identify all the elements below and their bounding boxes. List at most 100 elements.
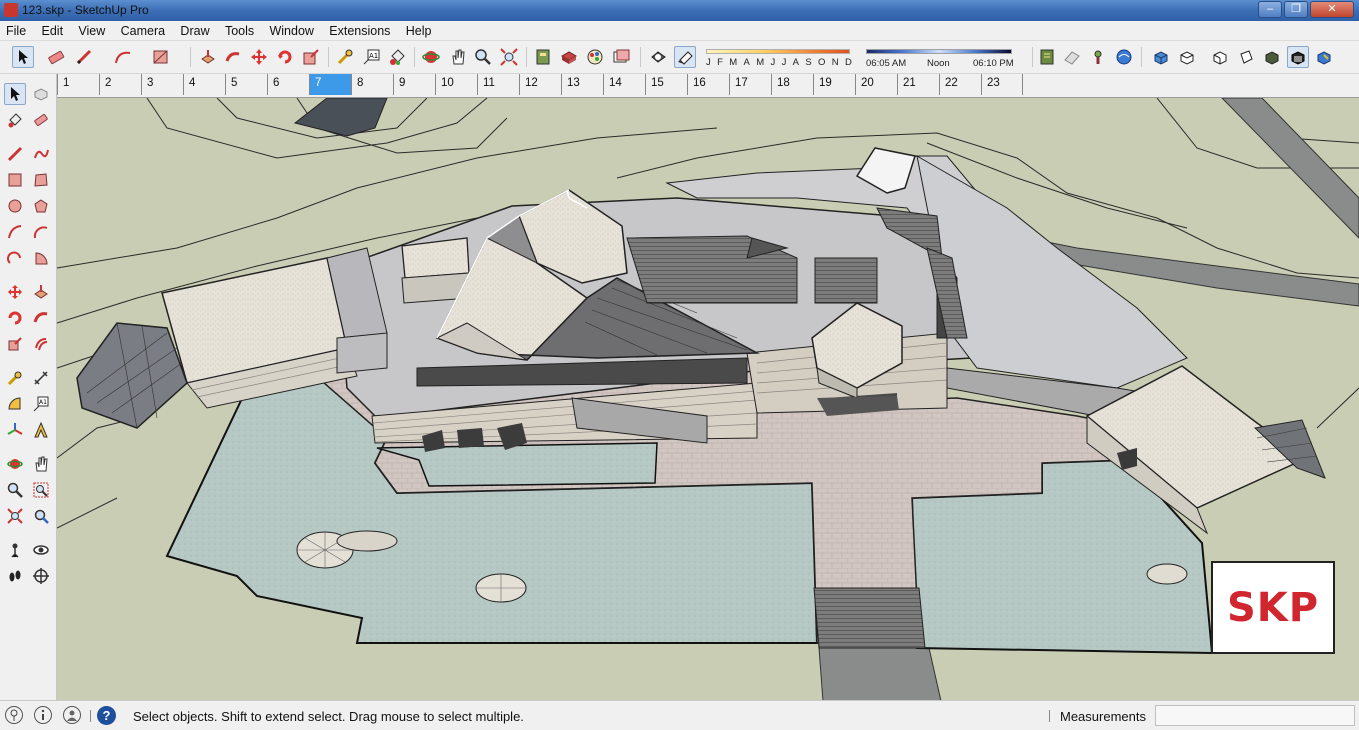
select-arrow-icon[interactable]: [12, 46, 34, 68]
timeline-hour-3[interactable]: 3: [141, 74, 183, 95]
timeline-hour-21[interactable]: 21: [897, 74, 939, 95]
freehand-tool-icon[interactable]: [30, 143, 52, 165]
previous-view-icon[interactable]: [30, 505, 52, 527]
iso-view-icon[interactable]: [1150, 46, 1172, 68]
shadow-time-slider[interactable]: 06:05 AM Noon 06:10 PM: [866, 47, 1014, 69]
materials-icon[interactable]: [584, 46, 606, 68]
follow-me-icon[interactable]: [222, 46, 244, 68]
timeline-hour-9[interactable]: 9: [393, 74, 435, 95]
orbit-icon[interactable]: [420, 46, 442, 68]
timeline-hour-13[interactable]: 13: [561, 74, 603, 95]
tape-measure-icon[interactable]: [334, 46, 356, 68]
styles-icon[interactable]: [610, 46, 632, 68]
paint-bucket-icon[interactable]: [386, 46, 408, 68]
timeline-hour-12[interactable]: 12: [519, 74, 561, 95]
menu-view[interactable]: View: [72, 21, 111, 38]
help-icon[interactable]: ?: [97, 706, 116, 725]
timeline-hour-5[interactable]: 5: [225, 74, 267, 95]
3d-text-tool-icon[interactable]: [30, 419, 52, 441]
offset-tool-icon[interactable]: [30, 333, 52, 355]
text-label-icon[interactable]: A1: [360, 46, 382, 68]
orbit-tool-icon[interactable]: [4, 453, 26, 475]
maximize-button[interactable]: ❐: [1284, 1, 1308, 18]
circle-tool-icon[interactable]: [4, 195, 26, 217]
menu-camera[interactable]: Camera: [115, 21, 171, 38]
scale-icon[interactable]: [300, 46, 322, 68]
timeline-hour-7[interactable]: 7: [309, 74, 351, 95]
info-status-icon[interactable]: [34, 706, 52, 724]
timeline-hour-2[interactable]: 2: [99, 74, 141, 95]
position-camera-icon[interactable]: [4, 539, 26, 561]
timeline-hour-16[interactable]: 16: [687, 74, 729, 95]
share-model-icon[interactable]: [1061, 46, 1083, 68]
select-tool-icon[interactable]: [4, 83, 26, 105]
three-point-arc-icon[interactable]: [4, 247, 26, 269]
menu-draw[interactable]: Draw: [174, 21, 215, 38]
dimension-tool-icon[interactable]: [30, 367, 52, 389]
timeline-hour-6[interactable]: 6: [267, 74, 309, 95]
get-models-icon[interactable]: [1036, 46, 1058, 68]
rotate-tool-icon[interactable]: [4, 307, 26, 329]
timeline-hour-22[interactable]: 22: [939, 74, 981, 95]
timeline-hour-15[interactable]: 15: [645, 74, 687, 95]
geo-location-icon[interactable]: [1113, 46, 1135, 68]
push-pull-icon[interactable]: [197, 46, 219, 68]
eraser-icon[interactable]: [45, 46, 67, 68]
timeline-hour-8[interactable]: 8: [351, 74, 393, 95]
user-account-icon[interactable]: [63, 706, 81, 724]
axes-tool-icon[interactable]: [4, 419, 26, 441]
measurements-input[interactable]: [1155, 705, 1355, 726]
rotated-rectangle-icon[interactable]: [30, 169, 52, 191]
scale-tool-icon[interactable]: [4, 333, 26, 355]
timeline-hour-19[interactable]: 19: [813, 74, 855, 95]
top-view-icon[interactable]: [1176, 46, 1198, 68]
menu-window[interactable]: Window: [263, 21, 319, 38]
pie-tool-icon[interactable]: [30, 247, 52, 269]
move-tool-icon[interactable]: [4, 281, 26, 303]
zoom-extents-tool-icon[interactable]: [4, 505, 26, 527]
close-button[interactable]: ✕: [1310, 1, 1354, 18]
back-view-icon[interactable]: [1261, 46, 1283, 68]
menu-file[interactable]: File: [0, 21, 32, 38]
rectangle-icon[interactable]: [150, 46, 172, 68]
tape-measure-tool-icon[interactable]: [4, 367, 26, 389]
arc-tool-icon[interactable]: [4, 221, 26, 243]
sketchup-app-icon[interactable]: [4, 3, 18, 17]
section-plane-icon[interactable]: [30, 565, 52, 587]
freehand-arc-icon[interactable]: [112, 46, 134, 68]
right-view-icon[interactable]: [1235, 46, 1257, 68]
timeline-hour-10[interactable]: 10: [435, 74, 477, 95]
minimize-button[interactable]: –: [1258, 1, 1282, 18]
left-view-icon[interactable]: [1287, 46, 1309, 68]
menu-extensions[interactable]: Extensions: [323, 21, 396, 38]
rotate-icon[interactable]: [274, 46, 296, 68]
model-info-icon[interactable]: [532, 46, 554, 68]
line-tool-icon[interactable]: [4, 143, 26, 165]
zoom-icon[interactable]: [472, 46, 494, 68]
front-view-icon[interactable]: [1209, 46, 1231, 68]
look-around-icon[interactable]: [30, 539, 52, 561]
paint-tool-icon[interactable]: [4, 109, 26, 131]
shadow-toggle-icon[interactable]: [674, 46, 696, 68]
pencil-line-icon[interactable]: [74, 46, 96, 68]
pan-tool-icon[interactable]: [30, 453, 52, 475]
menu-tools[interactable]: Tools: [219, 21, 260, 38]
pan-hand-icon[interactable]: [447, 46, 469, 68]
rectangle-tool-icon[interactable]: [4, 169, 26, 191]
model-viewport[interactable]: SKP: [57, 97, 1359, 700]
menu-help[interactable]: Help: [400, 21, 438, 38]
menu-edit[interactable]: Edit: [36, 21, 70, 38]
shadow-month-slider[interactable]: J F M A M J J A S O N D: [706, 47, 852, 69]
protractor-tool-icon[interactable]: [4, 393, 26, 415]
move-icon[interactable]: [248, 46, 270, 68]
zoom-extents-icon[interactable]: [498, 46, 520, 68]
add-location-icon[interactable]: [1087, 46, 1109, 68]
zoom-window-icon[interactable]: [30, 479, 52, 501]
polygon-tool-icon[interactable]: [30, 195, 52, 217]
timeline-hour-1[interactable]: 1: [57, 74, 99, 95]
push-pull-tool-icon[interactable]: [30, 281, 52, 303]
eraser-tool-icon[interactable]: [30, 109, 52, 131]
follow-me-tool-icon[interactable]: [30, 307, 52, 329]
timeline-hour-17[interactable]: 17: [729, 74, 771, 95]
timeline-hour-14[interactable]: 14: [603, 74, 645, 95]
